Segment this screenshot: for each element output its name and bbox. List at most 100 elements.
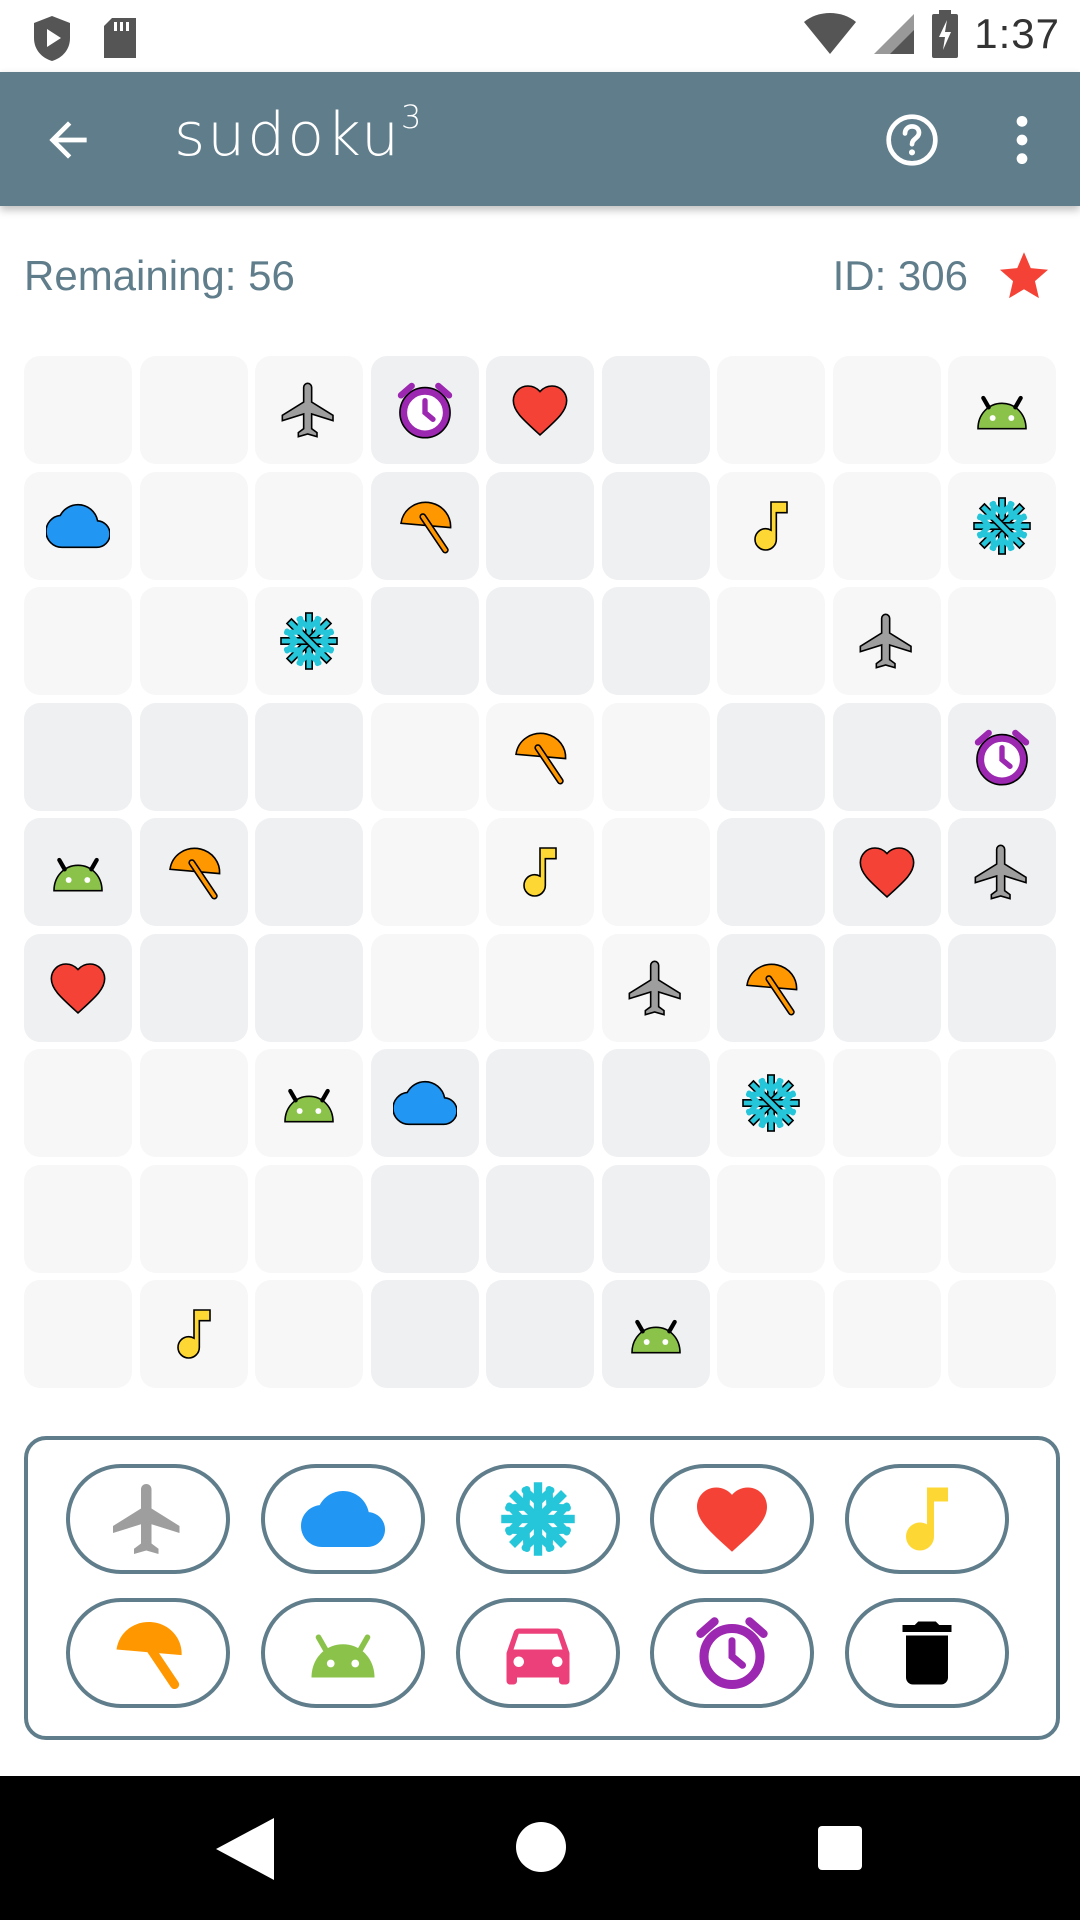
board-cell[interactable]: [486, 1049, 594, 1157]
board-cell[interactable]: [255, 1049, 363, 1157]
board-cell[interactable]: [486, 1165, 594, 1273]
board-cell[interactable]: [140, 1280, 248, 1388]
board-cell[interactable]: [833, 703, 941, 811]
more-vertical-icon[interactable]: [1004, 112, 1040, 168]
alarm-icon: [696, 1617, 768, 1690]
board-cell[interactable]: [948, 818, 1056, 926]
board-cell[interactable]: [486, 818, 594, 926]
help-circle-icon[interactable]: [884, 112, 940, 168]
board-cell[interactable]: [24, 818, 132, 926]
board-cell[interactable]: [371, 587, 479, 695]
board-cell[interactable]: [24, 356, 132, 464]
board-cell[interactable]: [602, 356, 710, 464]
board-cell[interactable]: [833, 1280, 941, 1388]
board-cell[interactable]: [717, 1165, 825, 1273]
board-cell[interactable]: [140, 934, 248, 1042]
board-cell[interactable]: [255, 818, 363, 926]
board-cell[interactable]: [486, 587, 594, 695]
board-cell[interactable]: [24, 1165, 132, 1273]
board-cell[interactable]: [833, 934, 941, 1042]
board-cell[interactable]: [255, 1280, 363, 1388]
board-cell[interactable]: [948, 934, 1056, 1042]
alarm-palette-button[interactable]: [650, 1598, 814, 1708]
car-palette-button[interactable]: [456, 1598, 620, 1708]
board-cell[interactable]: [602, 703, 710, 811]
nav-recent-icon[interactable]: [818, 1826, 862, 1870]
board-cell[interactable]: [717, 934, 825, 1042]
android-palette-button[interactable]: [261, 1598, 425, 1708]
trash-palette-button[interactable]: [845, 1598, 1009, 1708]
nav-home-icon[interactable]: [516, 1822, 566, 1872]
board-cell[interactable]: [602, 934, 710, 1042]
board-cell[interactable]: [24, 587, 132, 695]
board-cell[interactable]: [602, 1280, 710, 1388]
board-cell[interactable]: [255, 934, 363, 1042]
board-cell[interactable]: [717, 703, 825, 811]
board-cell[interactable]: [717, 1049, 825, 1157]
board-cell[interactable]: [948, 1165, 1056, 1273]
board-cell[interactable]: [948, 472, 1056, 580]
board-cell[interactable]: [140, 1165, 248, 1273]
board-cell[interactable]: [140, 472, 248, 580]
board-cell[interactable]: [140, 818, 248, 926]
board-cell[interactable]: [948, 703, 1056, 811]
board-cell[interactable]: [948, 1280, 1056, 1388]
board-cell[interactable]: [24, 934, 132, 1042]
board-cell[interactable]: [24, 472, 132, 580]
board-cell[interactable]: [140, 703, 248, 811]
board-cell[interactable]: [255, 703, 363, 811]
heart-palette-button[interactable]: [650, 1464, 814, 1574]
board-cell[interactable]: [486, 1280, 594, 1388]
board-cell[interactable]: [371, 1165, 479, 1273]
board-cell[interactable]: [371, 703, 479, 811]
board-cell[interactable]: [717, 1280, 825, 1388]
board-cell[interactable]: [371, 818, 479, 926]
board-cell[interactable]: [140, 587, 248, 695]
board-cell[interactable]: [255, 587, 363, 695]
board-cell[interactable]: [602, 1165, 710, 1273]
board-cell[interactable]: [371, 1280, 479, 1388]
music-palette-button[interactable]: [845, 1464, 1009, 1574]
board-cell[interactable]: [833, 472, 941, 580]
board-cell[interactable]: [602, 1049, 710, 1157]
board-cell[interactable]: [255, 1165, 363, 1273]
board-cell[interactable]: [24, 703, 132, 811]
board-cell[interactable]: [140, 356, 248, 464]
board-cell[interactable]: [833, 818, 941, 926]
nav-back-icon[interactable]: [212, 1814, 278, 1884]
board-cell[interactable]: [948, 1049, 1056, 1157]
board-cell[interactable]: [371, 934, 479, 1042]
board-cell[interactable]: [255, 472, 363, 580]
snowflake-palette-button[interactable]: [456, 1464, 620, 1574]
board-cell[interactable]: [602, 818, 710, 926]
board-cell[interactable]: [948, 356, 1056, 464]
arrow-left-icon[interactable]: [40, 112, 96, 168]
plane-palette-button[interactable]: [66, 1464, 230, 1574]
board-cell[interactable]: [255, 356, 363, 464]
board-cell[interactable]: [371, 1049, 479, 1157]
board-cell[interactable]: [948, 587, 1056, 695]
umbrella-palette-button[interactable]: [66, 1598, 230, 1708]
board-cell[interactable]: [24, 1280, 132, 1388]
board-cell[interactable]: [717, 587, 825, 695]
board-cell[interactable]: [833, 1049, 941, 1157]
board-cell[interactable]: [833, 356, 941, 464]
board-cell[interactable]: [486, 356, 594, 464]
board-cell[interactable]: [717, 356, 825, 464]
board-cell[interactable]: [602, 587, 710, 695]
board-cell[interactable]: [602, 472, 710, 580]
app-bar: sudoku3: [0, 72, 1080, 206]
board-cell[interactable]: [486, 703, 594, 811]
board-cell[interactable]: [371, 472, 479, 580]
board-cell[interactable]: [486, 934, 594, 1042]
star-icon[interactable]: [996, 248, 1052, 304]
board-cell[interactable]: [140, 1049, 248, 1157]
cloud-palette-button[interactable]: [261, 1464, 425, 1574]
board-cell[interactable]: [717, 818, 825, 926]
board-cell[interactable]: [371, 356, 479, 464]
board-cell[interactable]: [833, 587, 941, 695]
board-cell[interactable]: [717, 472, 825, 580]
board-cell[interactable]: [24, 1049, 132, 1157]
board-cell[interactable]: [833, 1165, 941, 1273]
board-cell[interactable]: [486, 472, 594, 580]
